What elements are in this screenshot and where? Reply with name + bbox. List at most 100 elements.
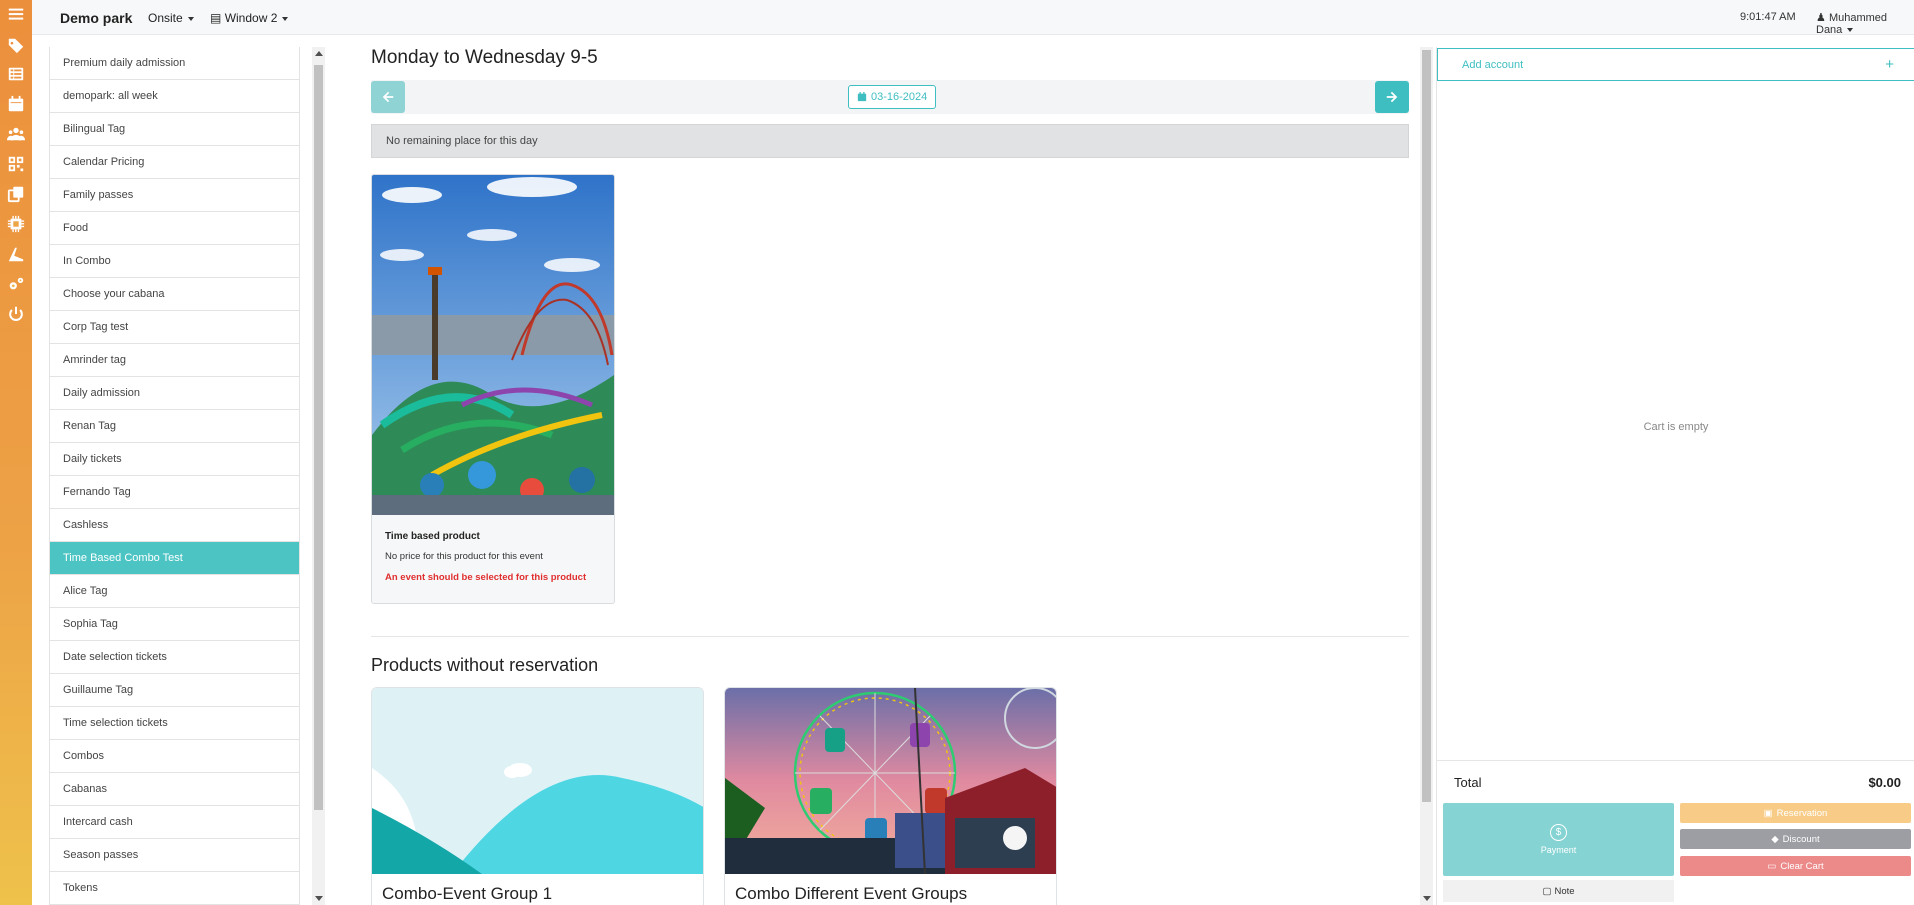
printer-icon: ▤ xyxy=(210,11,222,25)
main-content: Monday to Wednesday 9-5 03-16-2024 No re… xyxy=(371,47,1409,905)
discount-button[interactable]: ◆ Discount xyxy=(1680,829,1911,849)
ferris-wheel-image xyxy=(725,688,1056,874)
category-item[interactable]: Time selection tickets xyxy=(50,707,299,740)
ride-icon[interactable] xyxy=(5,243,27,265)
category-item[interactable]: Daily admission xyxy=(50,377,299,410)
category-item[interactable]: In Combo xyxy=(50,245,299,278)
discount-label: Discount xyxy=(1782,833,1820,845)
category-item[interactable]: Intercard cash xyxy=(50,806,299,839)
chevron-down-icon xyxy=(187,16,194,21)
scroll-up-arrow[interactable] xyxy=(315,51,323,56)
users-icon[interactable] xyxy=(5,123,27,145)
power-icon[interactable] xyxy=(5,303,27,325)
calendar-icon[interactable] xyxy=(5,93,27,115)
category-scrollbar[interactable] xyxy=(312,47,325,905)
trash-icon: ▭ xyxy=(1767,860,1777,872)
scrollbar-thumb[interactable] xyxy=(1422,50,1431,802)
category-item[interactable]: Corp Tag test xyxy=(50,311,299,344)
clear-cart-button[interactable]: ▭ Clear Cart xyxy=(1680,856,1911,876)
date-picker-button[interactable]: 03-16-2024 xyxy=(848,85,937,109)
category-item[interactable]: Choose your cabana xyxy=(50,278,299,311)
arrow-right-icon xyxy=(1386,91,1398,103)
product-card-combo-different-event-groups[interactable]: Combo Different Event Groups xyxy=(724,687,1057,905)
calendar-icon: ▣ xyxy=(1763,807,1773,819)
product-image xyxy=(372,175,614,515)
dollar-icon: $ xyxy=(1550,824,1567,841)
scrollbar-thumb[interactable] xyxy=(314,65,323,810)
total-amount: $0.00 xyxy=(1868,775,1901,790)
payment-button[interactable]: $ Payment xyxy=(1443,803,1674,876)
user-menu[interactable]: ♟ Muhammed Dana xyxy=(1816,11,1914,36)
icon-rail xyxy=(0,0,32,905)
mode-dropdown[interactable]: Onsite xyxy=(148,11,194,25)
park-name: Demo park xyxy=(60,10,133,26)
product-warning: An event should be selected for this pro… xyxy=(385,572,587,583)
note-icon: ▢ xyxy=(1542,885,1552,897)
date-navigator: 03-16-2024 xyxy=(371,80,1409,114)
chevron-down-icon xyxy=(1847,28,1854,33)
cart-panel: Add account + Cart is empty Total $0.00 … xyxy=(1436,47,1914,905)
menu-icon[interactable] xyxy=(5,3,27,25)
category-item[interactable]: Premium daily admission xyxy=(50,47,299,80)
category-item[interactable]: Tokens xyxy=(50,872,299,905)
placeholder-image xyxy=(372,688,703,874)
chip-icon[interactable] xyxy=(5,213,27,235)
calendar-icon xyxy=(857,92,867,102)
plus-icon: + xyxy=(1885,56,1894,73)
category-item[interactable]: Food xyxy=(50,212,299,245)
main-scrollbar[interactable] xyxy=(1420,47,1433,905)
cart-total-row: Total $0.00 xyxy=(1437,760,1914,795)
scroll-down-arrow[interactable] xyxy=(1423,896,1431,901)
product-card-combo-event-group-1[interactable]: Combo-Event Group 1 xyxy=(371,687,704,905)
selected-date: 03-16-2024 xyxy=(871,91,928,103)
product-card-time-based[interactable]: Time based product No price for this pro… xyxy=(371,174,615,604)
category-item[interactable]: Time Based Combo Test xyxy=(50,542,299,575)
card-title: Combo Different Event Groups xyxy=(735,884,968,903)
clock-time: 9:01:47 AM xyxy=(1740,11,1796,23)
payment-label: Payment xyxy=(1540,845,1577,855)
note-button[interactable]: ▢ Note xyxy=(1443,880,1674,902)
previous-day-button[interactable] xyxy=(371,81,405,113)
product-price-note: No price for this product for this event xyxy=(385,551,543,562)
availability-notice: No remaining place for this day xyxy=(371,124,1409,158)
category-item[interactable]: Daily tickets xyxy=(50,443,299,476)
section-title: Products without reservation xyxy=(371,655,599,675)
category-item[interactable]: demopark: all week xyxy=(50,80,299,113)
next-day-button[interactable] xyxy=(1375,81,1409,113)
category-item[interactable]: Renan Tag xyxy=(50,410,299,443)
window-label: Window 2 xyxy=(224,11,278,25)
window-dropdown[interactable]: ▤ Window 2 xyxy=(210,11,289,25)
arrow-left-icon xyxy=(382,91,394,103)
category-item[interactable]: Amrinder tag xyxy=(50,344,299,377)
chevron-down-icon xyxy=(282,16,289,21)
top-bar: Demo park Onsite ▤ Window 2 9:01:47 AM ♟… xyxy=(32,0,1914,36)
product-title: Time based product xyxy=(385,531,480,542)
category-item[interactable]: Family passes xyxy=(50,179,299,212)
copy-icon[interactable] xyxy=(5,183,27,205)
clear-cart-label: Clear Cart xyxy=(1780,860,1824,872)
category-item[interactable]: Guillaume Tag xyxy=(50,674,299,707)
category-item[interactable]: Sophia Tag xyxy=(50,608,299,641)
mode-label: Onsite xyxy=(148,11,183,25)
qrcode-icon[interactable] xyxy=(5,153,27,175)
cart-empty-text: Cart is empty xyxy=(1643,421,1709,433)
category-item[interactable]: Bilingual Tag xyxy=(50,113,299,146)
category-item[interactable]: Alice Tag xyxy=(50,575,299,608)
category-item[interactable]: Date selection tickets xyxy=(50,641,299,674)
tag-icon[interactable] xyxy=(5,34,27,56)
note-label: Note xyxy=(1554,885,1575,897)
section-divider xyxy=(371,636,1409,637)
category-item[interactable]: Fernando Tag xyxy=(50,476,299,509)
card-title: Combo-Event Group 1 xyxy=(382,884,553,903)
category-item[interactable]: Calendar Pricing xyxy=(50,146,299,179)
category-item[interactable]: Cashless xyxy=(50,509,299,542)
category-item[interactable]: Season passes xyxy=(50,839,299,872)
settings-icon[interactable] xyxy=(5,273,27,295)
category-item[interactable]: Cabanas xyxy=(50,773,299,806)
list-icon[interactable] xyxy=(5,63,27,85)
reservation-button[interactable]: ▣ Reservation xyxy=(1680,803,1911,823)
add-account-button[interactable]: Add account + xyxy=(1437,48,1914,81)
tag-icon: ◆ xyxy=(1771,833,1779,845)
category-item[interactable]: Combos xyxy=(50,740,299,773)
scroll-down-arrow[interactable] xyxy=(315,896,323,901)
